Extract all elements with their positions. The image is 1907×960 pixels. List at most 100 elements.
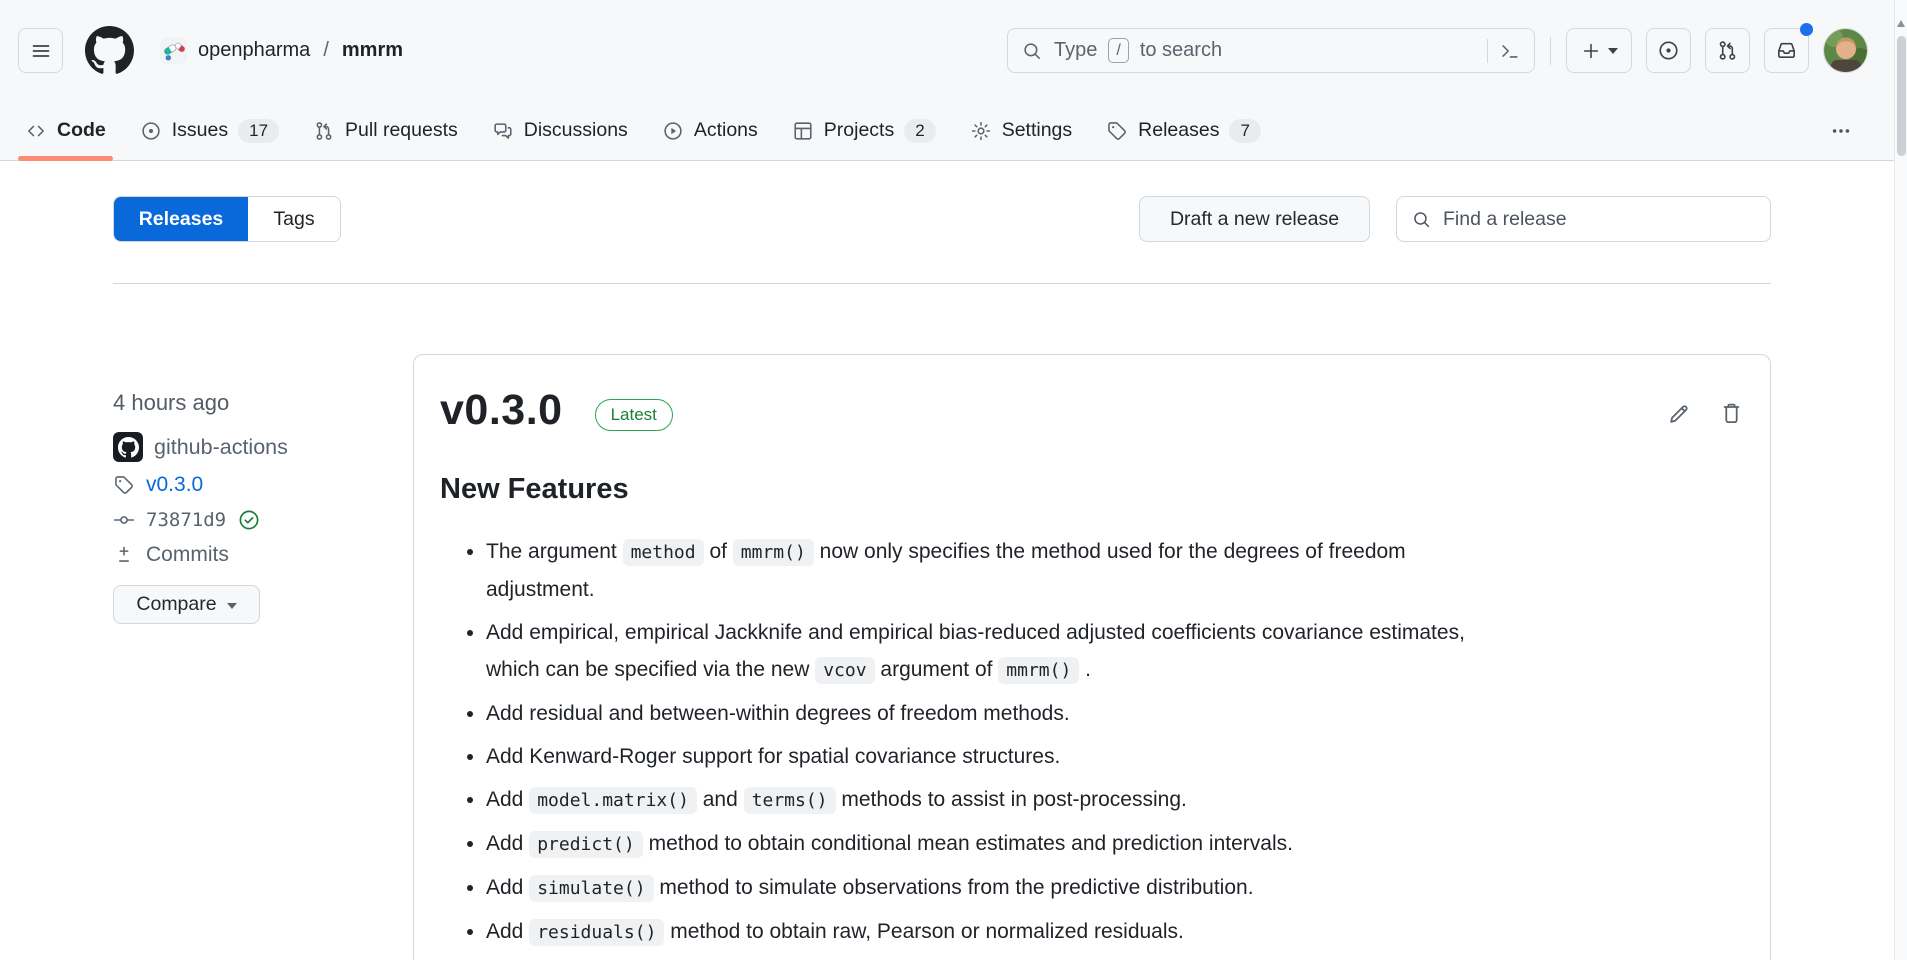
release-note-item: The argument method of mmrm() now only s… — [486, 533, 1490, 608]
inline-code: vcov — [815, 657, 874, 684]
nav-overflow-button[interactable] — [1822, 112, 1860, 150]
chevron-down-icon — [1608, 48, 1618, 59]
search-icon — [1021, 40, 1043, 62]
inline-code: mmrm() — [998, 657, 1079, 684]
github-logo[interactable] — [85, 26, 134, 75]
tab-actions[interactable]: Actions — [651, 101, 769, 160]
release-time: 4 hours ago — [113, 390, 398, 416]
discussions-icon — [492, 120, 514, 142]
page-scrollbar[interactable] — [1894, 0, 1907, 960]
search-placeholder-suffix: to search — [1140, 39, 1222, 62]
tag-icon — [113, 474, 135, 496]
edit-release-button[interactable] — [1667, 401, 1692, 426]
tags-toggle-button[interactable]: Tags — [248, 197, 340, 241]
org-avatar[interactable] — [160, 37, 187, 64]
release-note-item: Add residuals() method to obtain raw, Pe… — [486, 913, 1490, 951]
inline-code: residuals() — [529, 919, 664, 946]
breadcrumb: openpharma / mmrm — [160, 37, 403, 64]
scrollbar-up-arrow[interactable] — [1897, 16, 1905, 27]
tab-pull-requests[interactable]: Pull requests — [302, 101, 469, 160]
tab-label: Discussions — [524, 119, 628, 142]
inbox-icon — [1775, 39, 1798, 62]
tab-issues[interactable]: Issues 17 — [129, 101, 290, 160]
issues-count-badge: 17 — [238, 119, 279, 143]
inline-code: terms() — [744, 787, 836, 814]
tab-label: Projects — [824, 119, 894, 142]
commit-sha[interactable]: 73871d9 — [146, 509, 226, 531]
release-author[interactable]: github-actions — [113, 432, 398, 462]
tab-label: Releases — [1138, 119, 1219, 142]
issue-opened-icon — [140, 120, 162, 142]
release-note-item: Add residual and between-within degrees … — [486, 695, 1490, 732]
table-icon — [792, 120, 814, 142]
release-tag-row: v0.3.0 — [113, 473, 398, 497]
hamburger-icon — [29, 39, 53, 63]
issues-dashboard-button[interactable] — [1646, 28, 1691, 73]
release-note-item: Add empirical, empirical Jackknife and e… — [486, 614, 1490, 689]
release-card-header: v0.3.0 Latest — [440, 387, 1744, 434]
hamburger-menu-button[interactable] — [18, 28, 63, 73]
command-palette-icon[interactable] — [1499, 40, 1521, 62]
global-header: openpharma / mmrm Type / to search — [0, 0, 1894, 101]
tab-projects[interactable]: Projects 2 — [781, 101, 947, 160]
search-icon — [1411, 209, 1432, 230]
breadcrumb-repo[interactable]: mmrm — [342, 39, 403, 62]
global-search-input[interactable]: Type / to search — [1007, 28, 1535, 73]
find-release-input[interactable] — [1443, 208, 1756, 231]
verified-icon — [237, 508, 261, 532]
plus-icon — [1580, 40, 1602, 62]
compare-button[interactable]: Compare — [113, 585, 260, 624]
releases-count-badge: 7 — [1229, 119, 1260, 143]
tab-label: Pull requests — [345, 119, 458, 142]
play-icon — [662, 120, 684, 142]
release-title: v0.3.0 — [440, 387, 563, 434]
pencil-icon — [1667, 401, 1692, 426]
breadcrumb-org[interactable]: openpharma — [198, 39, 310, 62]
pull-requests-dashboard-button[interactable] — [1705, 28, 1750, 73]
release-sidebar: 4 hours ago github-actions v0.3.0 73871d… — [113, 390, 398, 624]
trash-icon — [1719, 401, 1744, 426]
search-divider — [1487, 39, 1488, 63]
release-note-item: Add simulate() method to simulate observ… — [486, 869, 1490, 907]
toolbar-divider — [113, 283, 1771, 284]
inline-code: model.matrix() — [529, 787, 697, 814]
pull-request-icon — [1716, 39, 1739, 62]
unread-notification-dot — [1800, 23, 1813, 36]
draft-new-release-button[interactable]: Draft a new release — [1139, 196, 1370, 242]
header-actions — [1566, 28, 1868, 73]
inline-code: simulate() — [529, 875, 653, 902]
code-icon — [25, 120, 47, 142]
release-commits-row: Commits — [113, 543, 398, 567]
release-note-item: Add Kenward-Roger support for spatial co… — [486, 738, 1490, 775]
tab-code[interactable]: Code — [14, 101, 117, 160]
breadcrumb-separator: / — [323, 39, 329, 62]
header-divider — [1550, 37, 1551, 65]
release-note-item: Add model.matrix() and terms() methods t… — [486, 781, 1490, 819]
pull-request-icon — [313, 120, 335, 142]
github-releases-page: openpharma / mmrm Type / to search — [0, 0, 1907, 960]
tab-releases[interactable]: Releases 7 — [1095, 101, 1272, 160]
tab-label: Settings — [1002, 119, 1072, 142]
tag-icon — [1106, 120, 1128, 142]
tag-link[interactable]: v0.3.0 — [146, 473, 203, 497]
tab-discussions[interactable]: Discussions — [481, 101, 639, 160]
tab-settings[interactable]: Settings — [959, 101, 1083, 160]
scrollbar-thumb[interactable] — [1897, 36, 1906, 156]
chevron-down-icon — [227, 603, 237, 614]
notifications-button[interactable] — [1764, 28, 1809, 73]
release-note-item: Add predict() method to obtain condition… — [486, 825, 1490, 863]
inline-code: predict() — [529, 831, 643, 858]
release-commit-row: 73871d9 — [113, 508, 398, 532]
user-avatar[interactable] — [1823, 28, 1868, 73]
tab-label: Actions — [694, 119, 758, 142]
create-new-button[interactable] — [1566, 28, 1632, 73]
releases-toggle-button[interactable]: Releases — [114, 197, 248, 241]
delete-release-button[interactable] — [1719, 401, 1744, 426]
gear-icon — [970, 120, 992, 142]
kebab-horizontal-icon — [1830, 120, 1852, 142]
compare-label: Compare — [136, 593, 216, 616]
commits-link[interactable]: Commits — [146, 543, 229, 567]
releases-tags-toggle: Releases Tags — [113, 196, 341, 242]
projects-count-badge: 2 — [904, 119, 935, 143]
find-release-search[interactable] — [1396, 196, 1771, 242]
